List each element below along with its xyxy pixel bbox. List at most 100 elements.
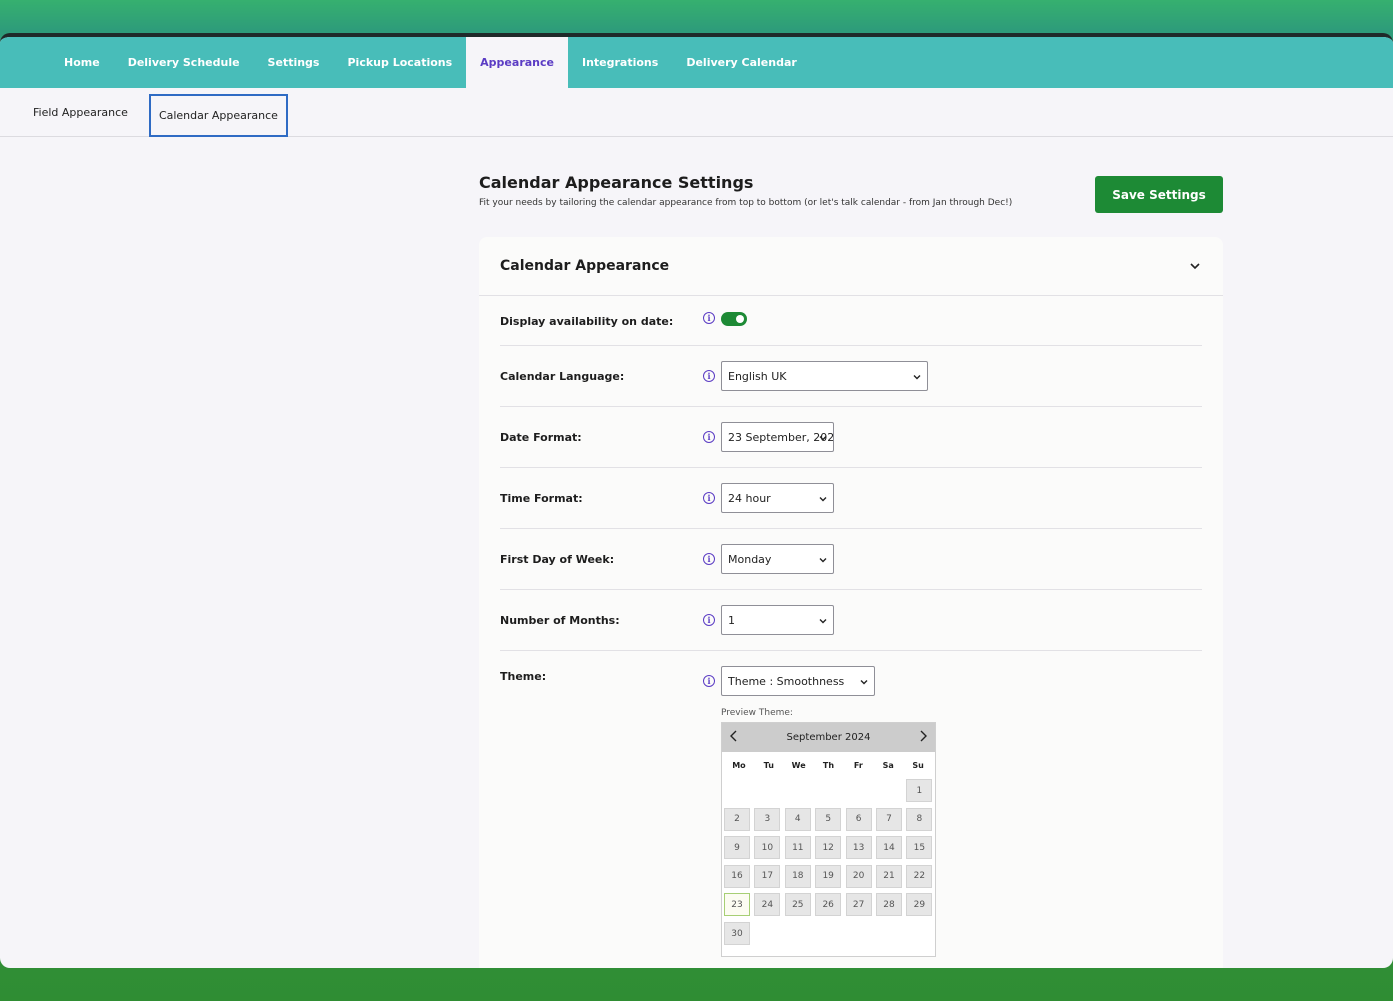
date-format-row: Date Format: i 23 September, 2024 (500, 407, 1202, 468)
chevron-down-icon[interactable] (1188, 259, 1202, 273)
weekday-label: We (791, 761, 806, 770)
calendar-day[interactable]: 1 (906, 779, 933, 802)
weekday-label: Sa (882, 761, 894, 770)
info-icon[interactable]: i (703, 312, 715, 324)
subtab-calendar-appearance[interactable]: Calendar Appearance (148, 94, 288, 137)
first-day-label: First Day of Week: (500, 553, 615, 566)
save-settings-button[interactable]: Save Settings (1095, 176, 1223, 213)
info-icon[interactable]: i (703, 553, 715, 565)
theme-label: Theme: (500, 670, 547, 683)
info-icon[interactable]: i (703, 492, 715, 504)
tab-pickup-locations[interactable]: Pickup Locations (333, 37, 466, 88)
calendar-day[interactable]: 30 (724, 922, 750, 945)
language-select[interactable]: English UK (721, 361, 928, 391)
calendar-day[interactable]: 7 (876, 807, 902, 831)
calendar-day[interactable]: 3 (754, 807, 781, 831)
calendar-day[interactable]: 10 (754, 836, 781, 860)
first-day-value: Monday (728, 552, 772, 566)
calendar-day[interactable]: 23 (724, 893, 750, 917)
calendar-day[interactable]: 2 (724, 807, 750, 831)
theme-select[interactable]: Theme : Smoothness (721, 666, 875, 696)
weekday-label: Tu (763, 761, 774, 770)
calendar-day[interactable]: 13 (845, 836, 872, 860)
weekday-label: Mo (732, 761, 746, 770)
first-day-select[interactable]: Monday (721, 544, 834, 574)
months-label: Number of Months: (500, 614, 620, 627)
date-format-select[interactable]: 23 September, 2024 (721, 422, 834, 452)
card-header[interactable]: Calendar Appearance (479, 237, 1223, 296)
subtab-field-appearance[interactable]: Field Appearance (20, 88, 141, 136)
language-value: English UK (728, 369, 787, 383)
chevron-right-icon[interactable] (916, 729, 930, 743)
calendar-day[interactable]: 15 (906, 836, 933, 860)
calendar-month-title: September 2024 (786, 732, 871, 743)
chevron-down-icon (819, 619, 827, 624)
language-label: Calendar Language: (500, 370, 625, 383)
info-icon[interactable]: i (703, 675, 715, 687)
time-format-row: Time Format: i 24 hour (500, 468, 1202, 529)
calendar-day[interactable]: 12 (815, 836, 842, 860)
calendar-day[interactable]: 11 (784, 836, 811, 860)
info-icon[interactable]: i (703, 431, 715, 443)
card-title: Calendar Appearance (500, 258, 670, 274)
calendar-day[interactable]: 17 (754, 864, 781, 888)
calendar-day[interactable]: 6 (845, 807, 872, 831)
chevron-left-icon[interactable] (727, 729, 741, 743)
months-row: Number of Months: i 1 (500, 590, 1202, 651)
calendar-day[interactable]: 21 (876, 864, 902, 888)
theme-value: Theme : Smoothness (728, 674, 845, 688)
calendar-day[interactable]: 8 (906, 807, 933, 831)
theme-row: Theme: i Theme : Smoothness Preview Them… (500, 651, 1202, 968)
sub-navigation: Field Appearance Calendar Appearance (0, 88, 1393, 137)
app-window: Home Delivery Schedule Settings Pickup L… (0, 33, 1393, 968)
calendar-day[interactable]: 27 (845, 893, 872, 917)
first-day-row: First Day of Week: i Monday (500, 529, 1202, 590)
info-icon[interactable]: i (703, 614, 715, 626)
calendar-day[interactable]: 28 (876, 893, 902, 917)
tab-settings[interactable]: Settings (254, 37, 334, 88)
calendar-day[interactable]: 14 (876, 836, 902, 860)
calendar-day[interactable]: 4 (784, 807, 811, 831)
calendar-day[interactable]: 29 (906, 893, 933, 917)
calendar-day[interactable]: 24 (754, 893, 781, 917)
availability-label: Display availability on date: (500, 315, 674, 328)
weekday-label: Su (912, 761, 924, 770)
calendar-preview: September 2024 Mo Tu We Th Fr Sa Su 1234… (721, 722, 936, 957)
settings-main: Calendar Appearance Settings Fit your ne… (479, 173, 1223, 968)
calendar-day[interactable]: 16 (724, 864, 750, 888)
date-format-label: Date Format: (500, 431, 582, 444)
availability-row: Display availability on date: i (500, 297, 1202, 346)
weekday-header: Mo Tu We Th Fr Sa Su (722, 752, 935, 770)
time-format-label: Time Format: (500, 492, 583, 505)
chevron-down-icon (819, 436, 827, 441)
calendar-day[interactable]: 19 (815, 864, 842, 888)
weekday-label: Th (822, 761, 835, 770)
tab-delivery-schedule[interactable]: Delivery Schedule (114, 37, 254, 88)
top-navigation: Home Delivery Schedule Settings Pickup L… (0, 37, 1393, 88)
months-value: 1 (728, 613, 735, 627)
tab-home[interactable]: Home (50, 37, 114, 88)
calendar-day[interactable]: 25 (784, 893, 811, 917)
time-format-select[interactable]: 24 hour (721, 483, 834, 513)
calendar-day[interactable]: 22 (906, 864, 933, 888)
calendar-header: September 2024 (722, 723, 935, 752)
calendar-day[interactable]: 5 (815, 807, 842, 831)
chevron-down-icon (860, 680, 868, 685)
calendar-day[interactable]: 9 (724, 836, 750, 860)
tab-delivery-calendar[interactable]: Delivery Calendar (672, 37, 810, 88)
weekday-label: Fr (853, 761, 863, 770)
calendar-day[interactable]: 18 (784, 864, 811, 888)
chevron-down-icon (913, 375, 921, 380)
calendar-appearance-card: Calendar Appearance Display availability… (479, 237, 1223, 968)
chevron-down-icon (819, 558, 827, 563)
calendar-day[interactable]: 20 (845, 864, 872, 888)
time-format-value: 24 hour (728, 491, 771, 505)
language-row: Calendar Language: i English UK (500, 346, 1202, 407)
availability-toggle[interactable] (721, 312, 747, 326)
calendar-day[interactable]: 26 (815, 893, 842, 917)
tab-appearance[interactable]: Appearance (466, 37, 568, 88)
months-select[interactable]: 1 (721, 605, 834, 635)
tab-integrations[interactable]: Integrations (568, 37, 672, 88)
chevron-down-icon (819, 497, 827, 502)
info-icon[interactable]: i (703, 370, 715, 382)
